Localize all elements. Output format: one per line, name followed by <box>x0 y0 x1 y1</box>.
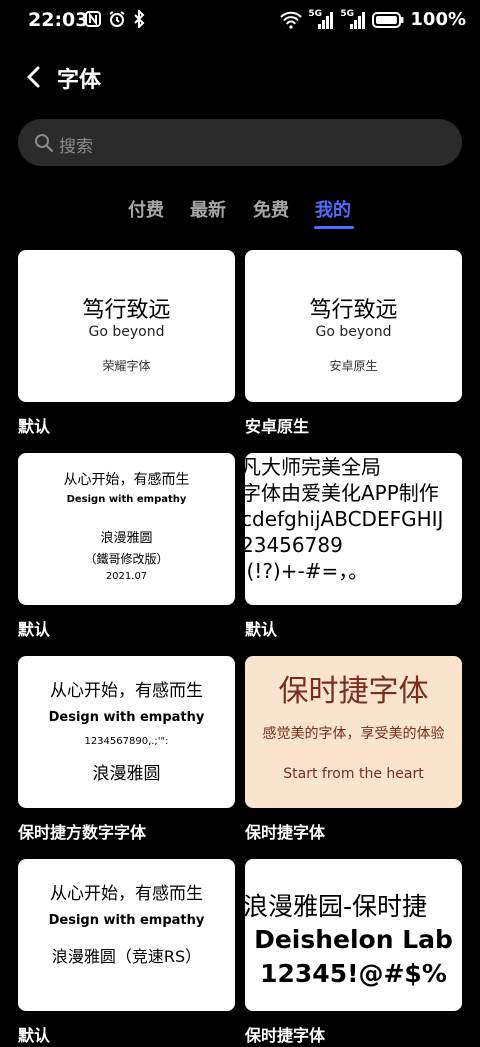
page-title: 字体 <box>57 68 102 93</box>
font-preview-text: 从心开始，有感而生 <box>50 884 203 904</box>
network-type-label: 5G <box>308 8 323 19</box>
font-card-porsche-lab[interactable]: 浪漫雅园-保时捷 Deishelon Lab 12345!@#$% <box>245 859 462 1011</box>
font-preview-text: Design with empathy <box>66 494 187 505</box>
font-card-racing[interactable]: 从心开始，有感而生 Design with empathy 浪漫雅圆（竞速RS） <box>18 859 235 1011</box>
tab-latest[interactable]: 最新 <box>190 196 226 222</box>
font-card-caption: 保时捷方数字字体 <box>18 823 147 842</box>
font-preview-text: 从心开始，有感而生 <box>63 472 190 488</box>
battery-icon <box>372 11 404 29</box>
font-card-caption: 保时捷字体 <box>245 823 326 842</box>
search-input[interactable]: 搜索 <box>18 119 462 166</box>
font-card-caption: 保时捷字体 <box>245 1026 326 1045</box>
wifi-icon <box>280 11 303 29</box>
font-card-romantic[interactable]: 从心开始，有感而生 Design with empathy 浪漫雅圆 （鐵哥修改… <box>18 453 235 605</box>
font-preview-text: （鐵哥修改版） <box>84 552 169 566</box>
font-card-honor[interactable]: 笃行致远 Go beyond 荣耀字体 <box>18 250 235 402</box>
font-card-caption: 安卓原生 <box>245 417 310 436</box>
tab-mine[interactable]: 我的 <box>315 196 351 222</box>
font-preview-text: 笃行致远 <box>82 298 171 323</box>
font-preview-text: 1234567890,.;'": <box>84 736 169 747</box>
font-card-porsche-digits[interactable]: 从心开始，有感而生 Design with empathy 1234567890… <box>18 656 235 808</box>
font-preview-text: 浪漫雅园-保时捷 <box>245 892 428 921</box>
font-preview-text: 23456789 <box>245 533 343 557</box>
font-preview-text: 浪漫雅圆 <box>100 531 153 546</box>
tab-bar: 付费 最新 免费 我的 <box>0 196 480 236</box>
alarm-icon <box>108 10 126 28</box>
font-card-porsche[interactable]: 保时捷字体 感觉美的字体，享受美的体验 Start from the heart <box>245 656 462 808</box>
font-preview-text: 从心开始，有感而生 <box>50 681 203 701</box>
font-preview-text: 浪漫雅圆 <box>92 764 161 784</box>
search-placeholder: 搜索 <box>59 137 93 157</box>
font-preview-text: 感觉美的字体，享受美的体验 <box>262 726 445 742</box>
cellular-signal-icon: 5G <box>308 8 334 29</box>
font-preview-text: 荣耀字体 <box>102 359 151 373</box>
font-preview-text: cdefghijABCDEFGHIJ <box>245 507 444 531</box>
font-preview-text: 笃行致远 <box>309 298 398 323</box>
back-button[interactable] <box>20 62 50 92</box>
app-bar: 字体 <box>0 52 480 102</box>
battery-percent: 100% <box>410 9 466 30</box>
font-card-caption: 默认 <box>245 620 278 639</box>
font-card-global[interactable]: 凡大师完美全局 字体由爱美化APP制作 cdefghijABCDEFGHIJ 2… <box>245 453 462 605</box>
tab-free[interactable]: 免费 <box>253 196 289 222</box>
font-preview-text: 凡大师完美全局 <box>245 455 381 479</box>
font-preview-text: Start from the heart <box>283 766 424 782</box>
chevron-left-icon <box>27 66 40 88</box>
tab-paid[interactable]: 付费 <box>128 196 164 222</box>
network-type-label: 5G <box>340 8 355 19</box>
status-bar: 22:03 5G 5G 100% <box>0 0 480 44</box>
font-preview-text: Go beyond <box>88 324 165 340</box>
bluetooth-icon <box>132 10 146 28</box>
font-card-android[interactable]: 笃行致远 Go beyond 安卓原生 <box>245 250 462 402</box>
status-time: 22:03 <box>28 9 89 31</box>
font-preview-text: 保时捷字体 <box>278 674 429 709</box>
font-preview-text: '(!?)+-#=，。 <box>245 559 369 583</box>
font-preview-text: 12345!@#$% <box>260 959 447 988</box>
font-preview-text: 安卓原生 <box>329 359 378 373</box>
active-tab-indicator <box>314 226 354 229</box>
font-preview-text: 字体由爱美化APP制作 <box>245 481 439 505</box>
font-preview-text: 2021.07 <box>105 571 148 582</box>
font-card-caption: 默认 <box>18 417 51 436</box>
font-preview-text: Design with empathy <box>48 913 205 928</box>
search-icon <box>34 133 54 157</box>
font-card-caption: 默认 <box>18 1026 51 1045</box>
font-preview-text: Design with empathy <box>48 710 205 725</box>
font-card-caption: 默认 <box>18 620 51 639</box>
font-preview-text: Go beyond <box>315 324 392 340</box>
font-preview-text: Deishelon Lab <box>254 925 453 954</box>
font-preview-text: 浪漫雅圆（竞速RS） <box>51 947 202 966</box>
cellular-signal-icon: 5G <box>340 8 366 29</box>
nfc-icon <box>84 10 102 28</box>
